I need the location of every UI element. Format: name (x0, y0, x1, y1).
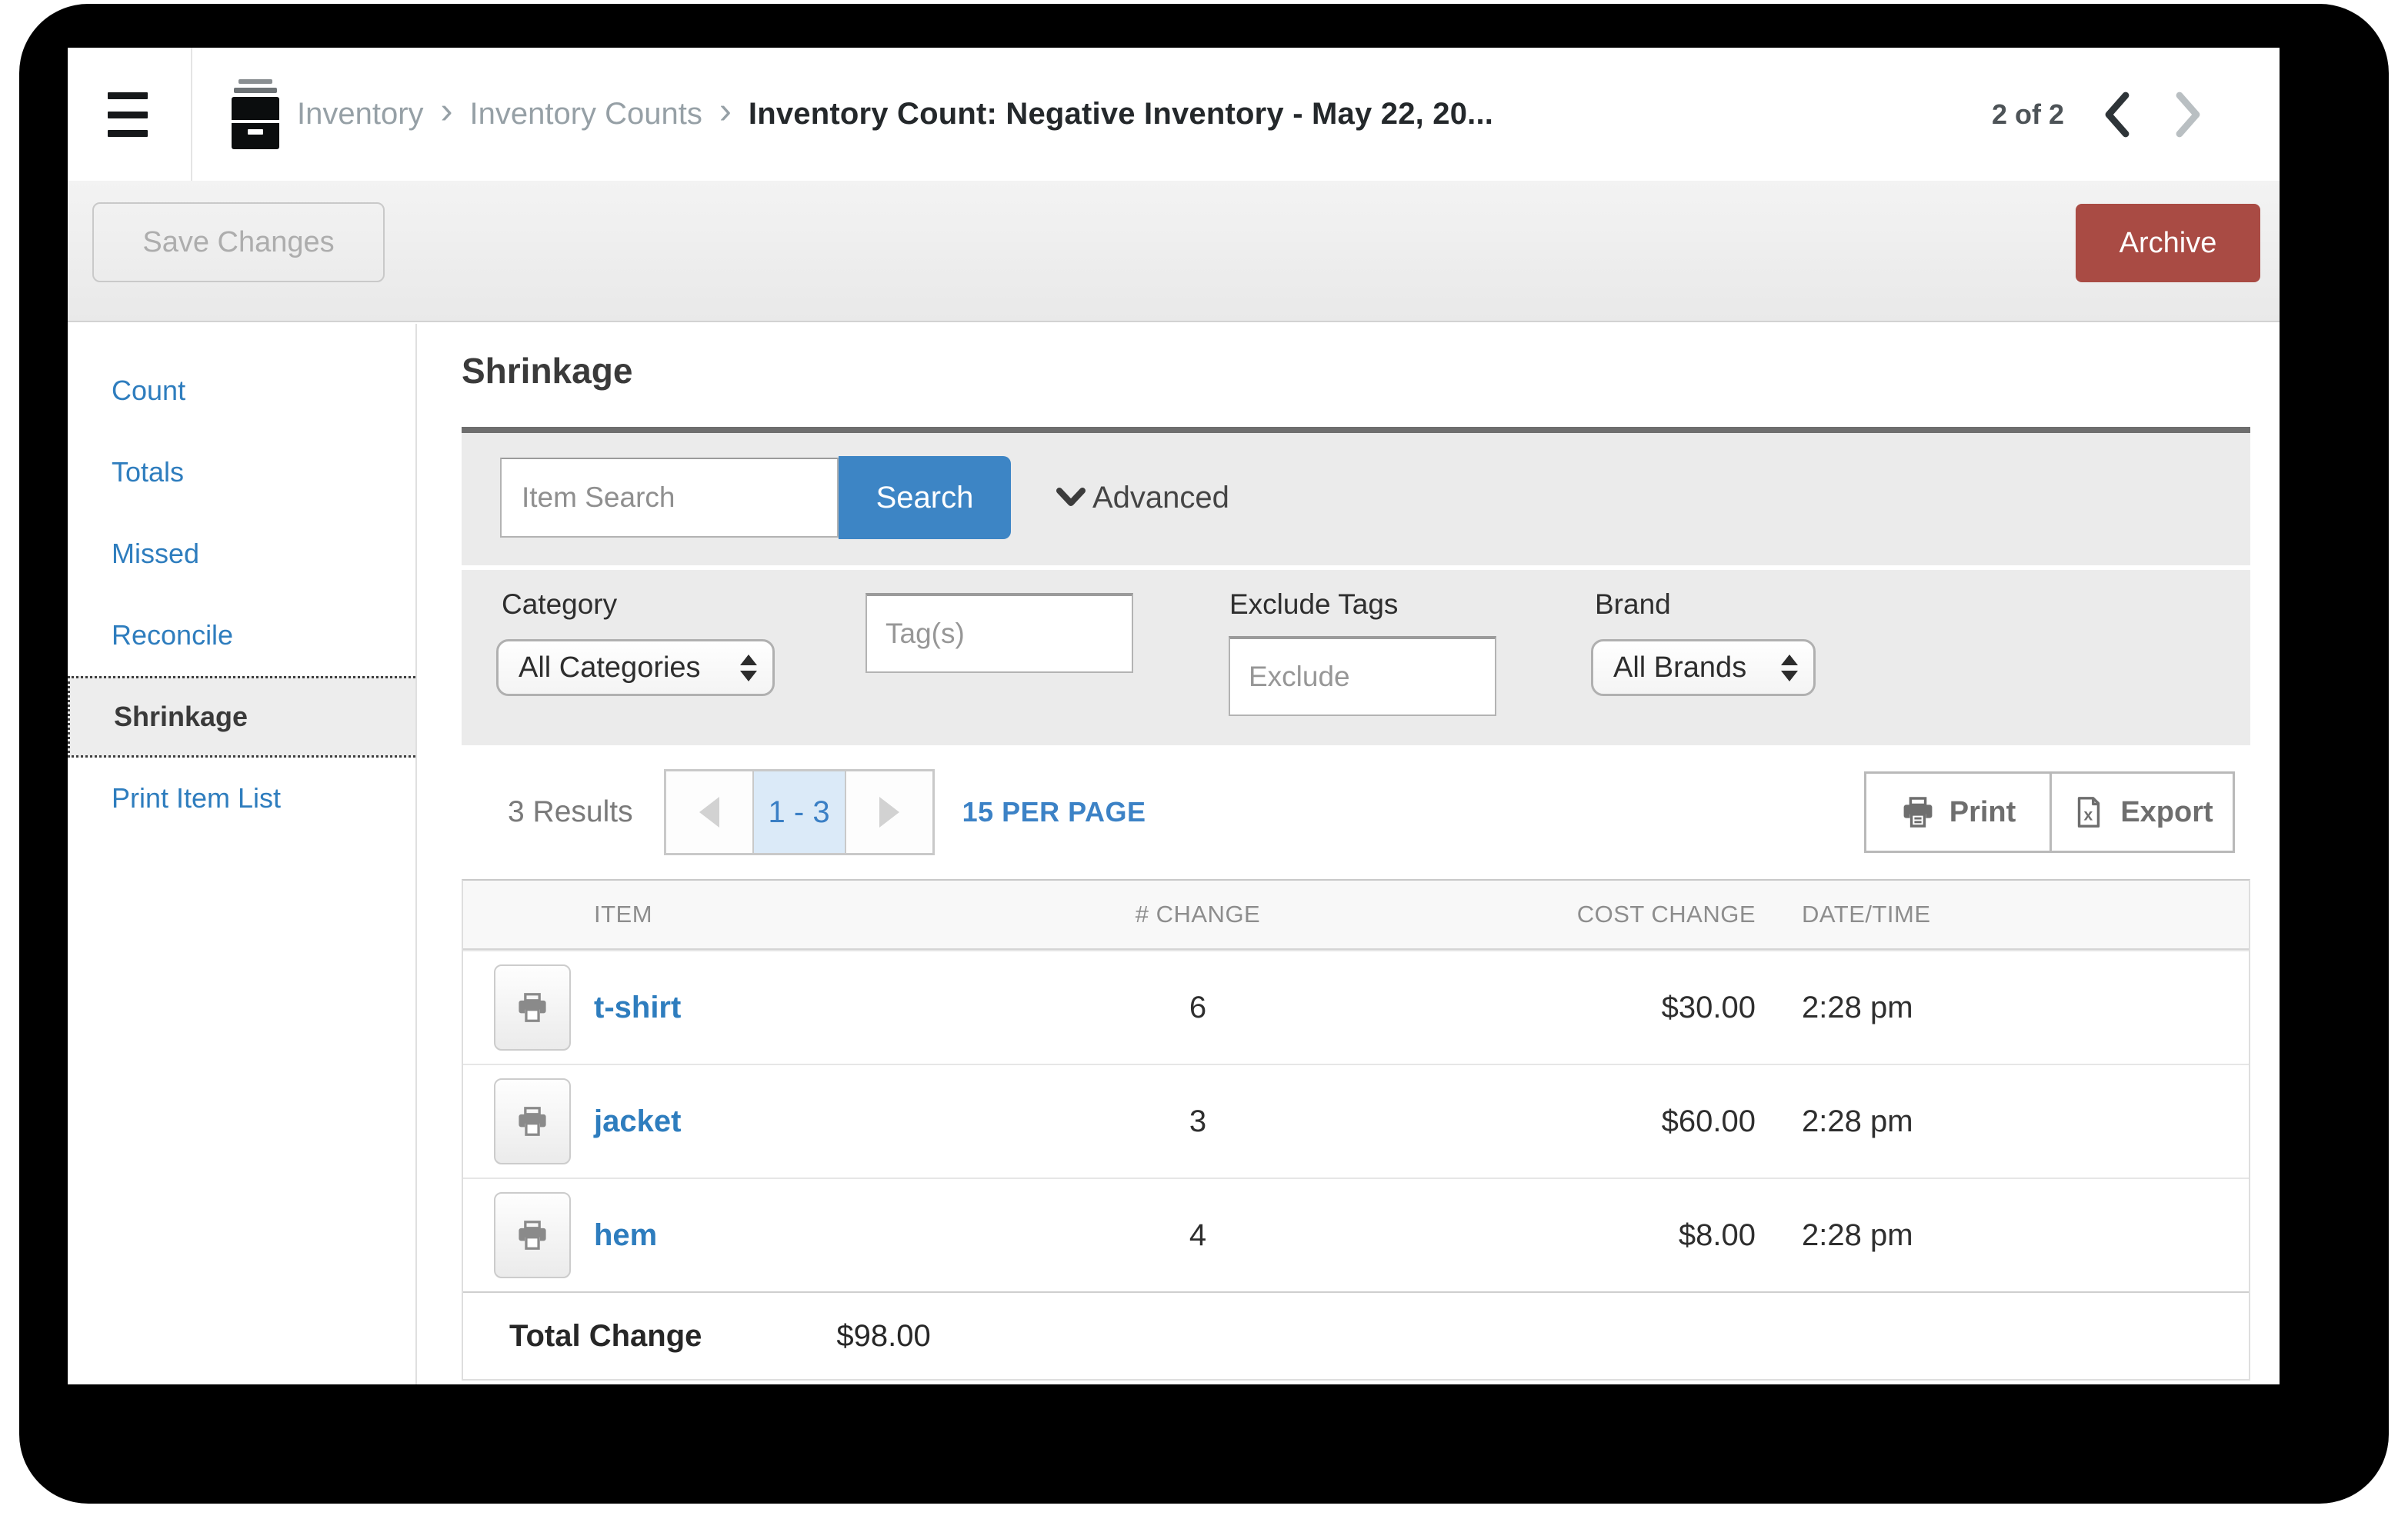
advanced-toggle[interactable]: Advanced (1056, 456, 1229, 539)
app-window: Inventory › Inventory Counts › Inventory… (68, 48, 2280, 1384)
print-button[interactable]: Print (1866, 774, 2049, 851)
change-value: 4 (1189, 1218, 1207, 1252)
print-export-group: Print x Export (1864, 771, 2235, 853)
hamburger-bar (108, 111, 148, 118)
category-select-value: All Categories (519, 651, 701, 684)
breadcrumb-link-inventory[interactable]: Inventory (297, 97, 424, 132)
table-row: hem 4 $8.00 2:28 pm (463, 1178, 2249, 1291)
printer-icon (519, 1107, 546, 1136)
col-header-change: # CHANGE (1135, 901, 1261, 928)
select-arrows-icon (1781, 654, 1798, 681)
record-pager: 2 of 2 (1992, 48, 2206, 181)
row-print-button[interactable] (494, 1192, 571, 1278)
row-print-button[interactable] (494, 1078, 571, 1164)
total-row: Total Change $98.00 (463, 1291, 2249, 1379)
item-link[interactable]: t-shirt (594, 991, 1048, 1025)
table-row: t-shirt 6 $30.00 2:28 pm (463, 950, 2249, 1064)
sidebar-item-reconcile[interactable]: Reconcile (68, 595, 415, 676)
chevron-right-icon: › (719, 90, 732, 132)
filter-panel: Category All Categories Exclude Tags Bra… (462, 570, 2250, 745)
archive-button[interactable]: Archive (2076, 204, 2260, 282)
breadcrumb-current-page: Inventory Count: Negative Inventory - Ma… (748, 97, 1494, 131)
tags-input[interactable] (865, 593, 1133, 673)
svg-text:x: x (2084, 807, 2093, 824)
sidebar-item-count[interactable]: Count (68, 350, 415, 431)
previous-record-icon[interactable] (2099, 89, 2135, 140)
category-label: Category (502, 588, 618, 620)
total-change-label: Total Change (509, 1318, 702, 1353)
item-link[interactable]: jacket (594, 1104, 1048, 1139)
cost-change-value: $30.00 (1661, 990, 1756, 1024)
chevron-right-icon: › (440, 90, 453, 132)
table-header-row: ITEM # CHANGE COST CHANGE DATE/TIME (463, 881, 2249, 950)
top-bar: Inventory › Inventory Counts › Inventory… (68, 48, 2280, 181)
cost-change-value: $8.00 (1678, 1218, 1756, 1252)
sidebar-item-totals[interactable]: Totals (68, 431, 415, 513)
hamburger-bar (108, 130, 148, 137)
screenshot-stage: Inventory › Inventory Counts › Inventory… (0, 0, 2408, 1529)
pagination: 1 - 3 (663, 769, 935, 855)
datetime-value: 2:28 pm (1802, 1104, 1913, 1138)
total-change-value: $98.00 (836, 1318, 931, 1353)
action-toolbar: Save Changes Archive (68, 181, 2280, 322)
main-panel: Shrinkage Search Advanced Category All C… (419, 324, 2280, 1384)
table-row: jacket 3 $60.00 2:28 pm (463, 1064, 2249, 1178)
col-header-item: ITEM (594, 901, 653, 928)
col-header-datetime: DATE/TIME (1802, 901, 1931, 928)
sidebar-item-shrinkage[interactable]: Shrinkage (68, 676, 415, 758)
results-count: 3 Results (508, 795, 633, 828)
search-button[interactable]: Search (839, 456, 1011, 539)
datetime-value: 2:28 pm (1802, 1218, 1913, 1252)
page-title: Shrinkage (462, 351, 633, 391)
pagination-prev-icon[interactable] (665, 771, 752, 853)
pager-count-label: 2 of 2 (1991, 98, 2064, 130)
save-changes-button[interactable]: Save Changes (92, 202, 385, 282)
advanced-label: Advanced (1092, 480, 1229, 515)
shrinkage-table: ITEM # CHANGE COST CHANGE DATE/TIME t-sh… (462, 879, 2250, 1381)
next-record-icon[interactable] (2170, 89, 2206, 140)
results-bar: 3 Results 1 - 3 15 PER PAGE Print x Expo… (462, 745, 2250, 879)
exclude-tags-input[interactable] (1229, 636, 1496, 716)
sidebar: Count Totals Missed Reconcile Shrinkage … (68, 324, 417, 1384)
sidebar-item-print-item-list[interactable]: Print Item List (68, 758, 415, 839)
export-file-icon: x (2078, 797, 2100, 828)
per-page-link[interactable]: 15 PER PAGE (962, 796, 1146, 828)
change-value: 6 (1189, 990, 1207, 1024)
col-header-cost-change: COST CHANGE (1576, 901, 1756, 928)
printer-icon (1903, 797, 1933, 828)
change-value: 3 (1189, 1104, 1207, 1138)
brand-label: Brand (1595, 588, 1671, 620)
inventory-drawer-icon (231, 79, 280, 149)
hamburger-menu-icon[interactable] (108, 92, 148, 137)
breadcrumb: Inventory › Inventory Counts › Inventory… (231, 48, 1493, 181)
sidebar-item-missed[interactable]: Missed (68, 513, 415, 595)
category-select[interactable]: All Categories (496, 639, 775, 696)
item-search-input[interactable] (500, 458, 839, 538)
pagination-next-icon[interactable] (845, 771, 932, 853)
printer-icon (519, 1221, 546, 1250)
pagination-current-range: 1 - 3 (752, 771, 846, 853)
hamburger-bar (108, 92, 148, 99)
search-panel: Search Advanced (462, 427, 2250, 565)
brand-select[interactable]: All Brands (1591, 639, 1816, 696)
content-area: Count Totals Missed Reconcile Shrinkage … (68, 324, 2280, 1384)
printer-icon (519, 993, 546, 1022)
datetime-value: 2:28 pm (1802, 990, 1913, 1024)
item-link[interactable]: hem (594, 1218, 1048, 1253)
export-button[interactable]: x Export (2049, 774, 2233, 851)
exclude-tags-label: Exclude Tags (1229, 588, 1399, 620)
chevron-down-icon (1056, 488, 1086, 506)
topbar-divider (191, 48, 192, 181)
select-arrows-icon (740, 654, 757, 681)
row-print-button[interactable] (494, 964, 571, 1051)
brand-select-value: All Brands (1613, 651, 1747, 684)
cost-change-value: $60.00 (1661, 1104, 1756, 1138)
breadcrumb-link-inventory-counts[interactable]: Inventory Counts (470, 97, 702, 132)
